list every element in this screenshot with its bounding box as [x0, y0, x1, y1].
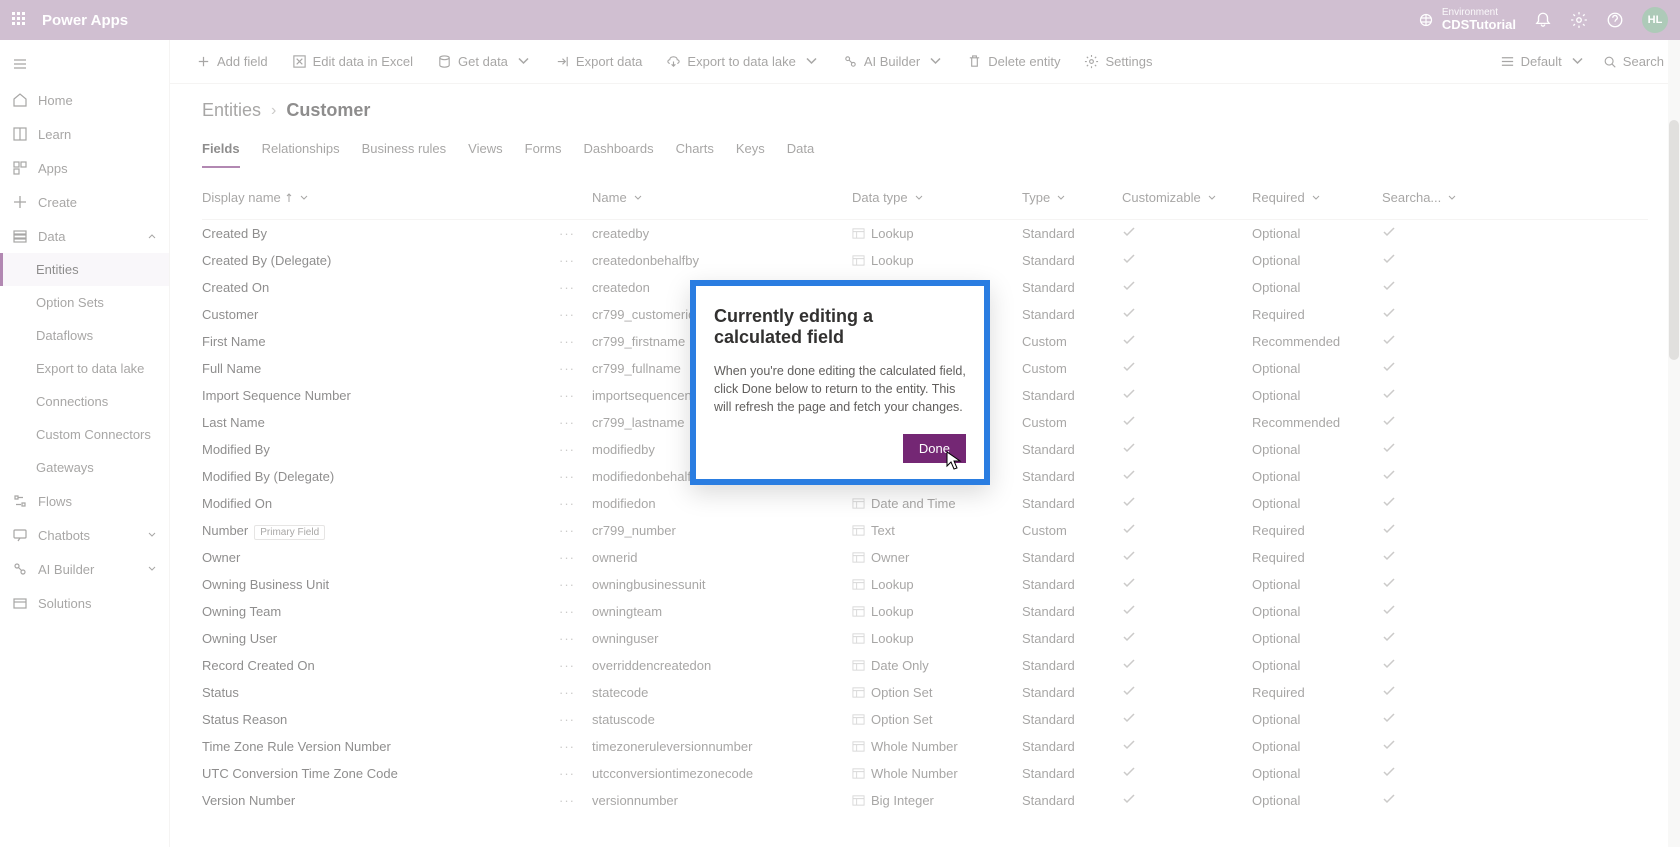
dialog-body: When you're done editing the calculated …: [714, 362, 966, 416]
dialog-title: Currently editing a calculated field: [714, 306, 966, 348]
calculated-field-dialog: Currently editing a calculated field Whe…: [690, 280, 990, 485]
done-button[interactable]: Done: [903, 434, 966, 463]
modal-overlay: Currently editing a calculated field Whe…: [0, 0, 1680, 847]
